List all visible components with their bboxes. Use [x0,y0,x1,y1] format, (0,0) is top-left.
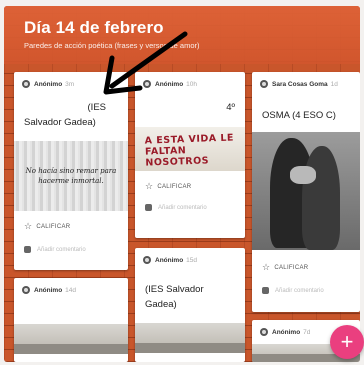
rate-label: CALIFICAR [157,183,192,190]
image-shape [290,166,316,184]
plus-icon: + [340,329,354,354]
post-title-line: Salvador Gadea) [24,117,96,128]
post-author: Sara Cosas Goma [272,80,328,88]
post-meta: Anónimo 10h [135,72,245,88]
post-title-line: Gadea) [145,299,177,310]
post-meta: Anónimo 3m [14,72,128,88]
star-icon: ☆ [262,262,271,272]
avatar-icon [143,80,151,88]
avatar-icon [260,328,268,336]
post-meta: Sara Cosas Goma 1d [252,72,360,88]
post-card[interactable]: Anónimo 3m (IES Salvador Gadea) No hacía… [14,72,128,270]
post-author: Anónimo [34,80,63,88]
image-text: hacerme inmortal. [38,177,104,185]
post-time: 15d [186,256,198,264]
padlet-board: Día 14 de febrero Paredes de acción poét… [4,6,360,362]
post-card[interactable]: Anónimo 15d (IES Salvador Gadea) [135,248,245,362]
comment-field[interactable]: Añadir comentario [252,287,360,294]
post-time: 14d [65,286,77,294]
post-image[interactable] [252,132,360,250]
image-text: No hacía sino remar para [25,167,117,175]
post-time: 7d [303,328,311,336]
post-meta: Anónimo 14d [14,278,128,294]
rate-button[interactable]: ☆ CALIFICAR [14,221,128,232]
add-post-button[interactable]: + [330,325,364,359]
comment-icon [24,246,31,253]
post-image[interactable]: No hacía sino remar para hacerme inmorta… [14,141,128,211]
post-author: Anónimo [272,328,301,336]
comment-placeholder: Añadir comentario [158,204,207,211]
post-time: 1d [330,80,338,88]
post-card[interactable]: Sara Cosas Goma 1d OSMA (4 ESO C) ☆ CALI… [252,72,360,312]
board-subtitle: Paredes de acción poética (frases y vers… [24,41,200,50]
post-image[interactable] [135,323,245,353]
star-icon: ☆ [145,181,154,191]
post-title-line: (IES Salvador [145,284,204,295]
comment-placeholder: Añadir comentario [37,246,86,253]
comment-placeholder: Añadir comentario [275,287,324,294]
graffiti-text: A ESTA VIDA LE FALTAN NOSOTROS [144,132,237,168]
post-author: Anónimo [155,256,184,264]
post-title: 4º [226,102,235,113]
post-author: Anónimo [34,286,63,294]
rate-button[interactable]: ☆ CALIFICAR [252,262,360,273]
rate-label: CALIFICAR [274,264,309,271]
avatar-icon [22,80,30,88]
avatar-icon [22,286,30,294]
comment-field[interactable]: Añadir comentario [14,246,128,253]
post-card[interactable]: Anónimo 10h 4º A ESTA VIDA LE FALTAN NOS… [135,72,245,238]
post-time: 10h [186,80,198,88]
comment-field[interactable]: Añadir comentario [135,204,245,211]
star-icon: ☆ [24,221,33,231]
board-title: Día 14 de febrero [24,18,164,37]
comment-icon [262,287,269,294]
rate-label: CALIFICAR [36,223,71,230]
post-author: Anónimo [155,80,184,88]
avatar-icon [260,80,268,88]
post-title: OSMA (4 ESO C) [262,110,336,121]
image-shape [302,146,340,250]
post-card[interactable]: Anónimo 14d [14,278,128,362]
image-text: FALTAN NOSOTROS [144,145,210,169]
post-image[interactable] [14,324,128,354]
post-title-line: (IES [87,102,106,113]
avatar-icon [143,256,151,264]
post-time: 3m [65,80,75,88]
comment-icon [145,204,152,211]
rate-button[interactable]: ☆ CALIFICAR [135,181,245,192]
board-header: Día 14 de febrero Paredes de acción poét… [4,6,360,64]
post-meta: Anónimo 15d [135,248,245,264]
post-image[interactable]: A ESTA VIDA LE FALTAN NOSOTROS [135,127,245,171]
